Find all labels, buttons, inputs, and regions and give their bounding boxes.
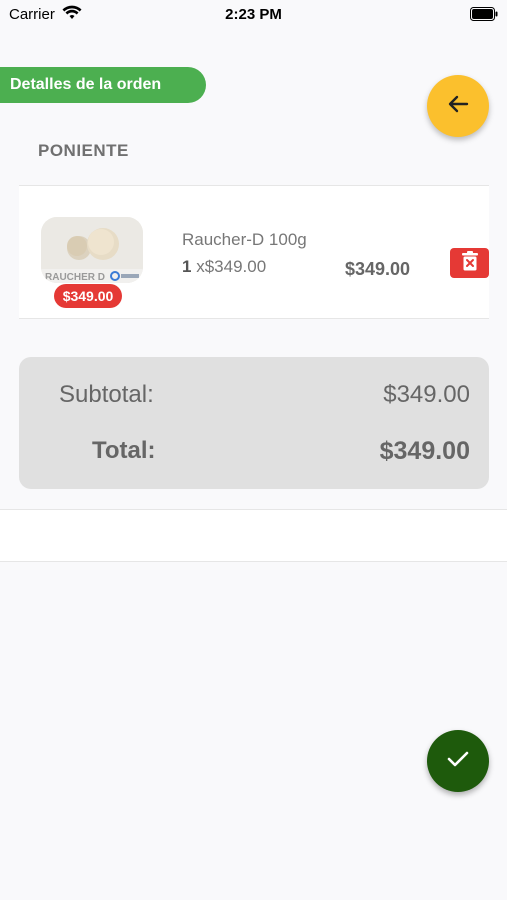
product-image: RAUCHER D xyxy=(41,217,143,283)
total-label: Total: xyxy=(92,437,156,464)
back-button[interactable] xyxy=(427,75,489,137)
item-name: Raucher-D 100g xyxy=(182,230,307,249)
confirm-order-button[interactable] xyxy=(427,730,489,792)
item-quantity: 1 xyxy=(182,257,192,276)
battery-icon xyxy=(470,7,498,25)
order-details-tag: Detalles de la orden xyxy=(0,67,206,103)
subtotal-label: Subtotal: xyxy=(59,381,154,408)
subtotal-value: $349.00 xyxy=(383,381,470,408)
item-quantity-line: 1 x$349.00 xyxy=(182,257,266,277)
item-unit-price: x$349.00 xyxy=(196,257,267,276)
status-bar: Carrier 2:23 PM xyxy=(0,0,507,30)
cart-item: RAUCHER D $349.00 Raucher-D 100g 1 x$349… xyxy=(19,185,489,319)
delete-item-button[interactable] xyxy=(450,248,489,278)
arrow-left-icon xyxy=(447,93,469,120)
trash-icon xyxy=(461,250,479,276)
item-line-total: $349.00 xyxy=(345,259,411,279)
empty-row xyxy=(0,509,507,562)
check-icon xyxy=(446,749,470,774)
order-summary: Subtotal: $349.00 Total: $349.00 xyxy=(19,357,489,489)
product-image-caption: RAUCHER D xyxy=(45,272,105,283)
price-badge: $349.00 xyxy=(54,284,122,308)
clock-label: 2:23 PM xyxy=(225,6,282,23)
total-value: $349.00 xyxy=(379,437,470,465)
store-name: PONIENTE xyxy=(38,141,129,160)
